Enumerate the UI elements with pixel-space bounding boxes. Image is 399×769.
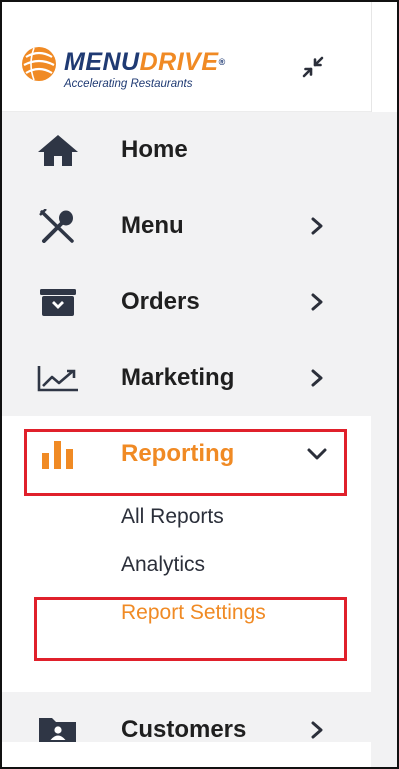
content-header-strip — [371, 2, 397, 112]
trend-chart-icon — [36, 361, 80, 395]
logo-trademark: ® — [218, 57, 226, 67]
sidebar-item-label: Customers — [121, 716, 247, 743]
sidebar-item-menu[interactable]: Menu — [2, 188, 371, 264]
bar-chart-icon — [36, 437, 80, 471]
logo-word-drive: DRIVE — [139, 48, 219, 76]
fork-spoon-icon — [36, 209, 80, 243]
sidebar-item-orders[interactable]: Orders — [2, 264, 371, 340]
collapse-arrows-icon — [302, 56, 324, 78]
home-icon — [36, 133, 80, 167]
reporting-submenu: All Reports Analytics Report Settings — [2, 492, 371, 692]
app-window: MENUDRIVE® Accelerating Restaurants Home — [0, 0, 399, 769]
sidebar-item-marketing[interactable]: Marketing — [2, 340, 371, 416]
sidebar-item-label: Reporting — [121, 440, 235, 467]
chevron-down-icon — [306, 443, 328, 465]
sidebar-item-label: Menu — [121, 212, 184, 239]
logo-wordmark: MENUDRIVE® — [64, 48, 226, 76]
logo-tagline: Accelerating Restaurants — [64, 78, 193, 90]
sidebar-item-label: Marketing — [121, 364, 235, 391]
sidebar-item-home[interactable]: Home — [2, 112, 371, 188]
submenu-item-analytics[interactable]: Analytics — [121, 553, 205, 577]
sidebar-nav: Home Menu Orders Marketing Reporting All… — [2, 112, 371, 767]
chevron-right-icon — [306, 215, 328, 237]
logo-word-menu: MENU — [64, 48, 140, 76]
submenu-item-all-reports[interactable]: All Reports — [121, 505, 224, 529]
sidebar-item-reporting[interactable]: Reporting — [2, 416, 371, 492]
sidebar-item-label: Orders — [121, 288, 200, 315]
chevron-right-icon — [306, 367, 328, 389]
sidebar-footer-space — [2, 742, 371, 767]
inbox-tray-icon — [36, 285, 80, 319]
menudrive-logo[interactable]: MENUDRIVE® Accelerating Restaurants — [20, 42, 250, 97]
chevron-right-icon — [306, 291, 328, 313]
content-area-edge — [371, 112, 397, 767]
sidebar-item-label: Home — [121, 136, 188, 163]
sidebar-header: MENUDRIVE® Accelerating Restaurants — [2, 2, 371, 112]
collapse-sidebar-button[interactable] — [298, 52, 328, 82]
logo-ball-icon — [22, 47, 56, 81]
submenu-item-report-settings[interactable]: Report Settings — [121, 601, 266, 625]
chevron-right-icon — [306, 719, 328, 741]
